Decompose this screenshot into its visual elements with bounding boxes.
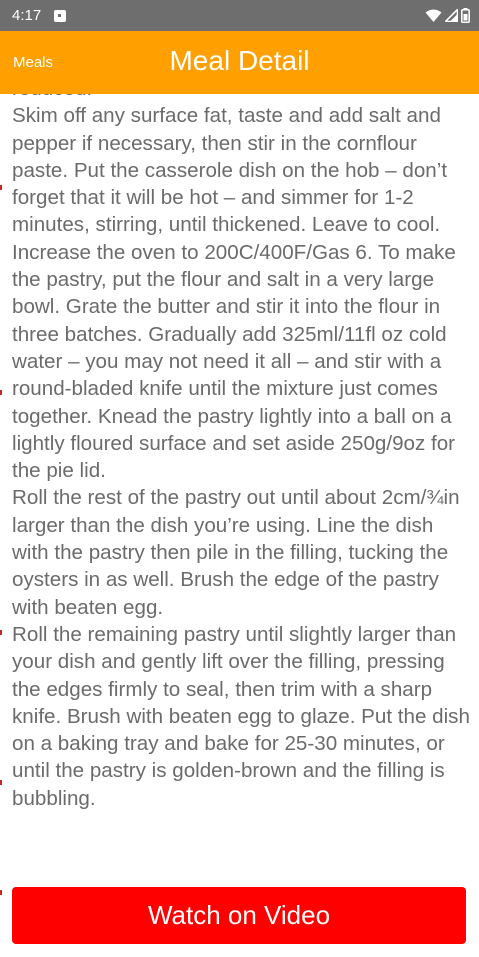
app-bar: Meals Meal Detail [0, 31, 479, 94]
edge-mark [0, 390, 2, 395]
watch-on-video-label: Watch on Video [147, 900, 331, 930]
wifi-icon [425, 9, 442, 22]
status-time: 4:17 [12, 7, 42, 24]
edge-mark [0, 630, 2, 635]
edge-mark [0, 890, 2, 895]
signal-icon [445, 9, 458, 22]
meal-instructions-text: reduced. Skim off any surface fat, taste… [12, 94, 470, 810]
sim-card-icon [54, 9, 67, 22]
status-bar: 4:17 [0, 0, 479, 31]
watch-on-video-button[interactable]: Watch on Video [12, 887, 466, 944]
instructions-scroll-area[interactable]: reduced. Skim off any surface fat, taste… [0, 94, 479, 867]
page-title: Meal Detail [169, 45, 310, 76]
battery-icon [461, 8, 470, 23]
edge-mark [0, 780, 2, 785]
status-icons [425, 8, 470, 23]
edge-mark [0, 185, 2, 190]
